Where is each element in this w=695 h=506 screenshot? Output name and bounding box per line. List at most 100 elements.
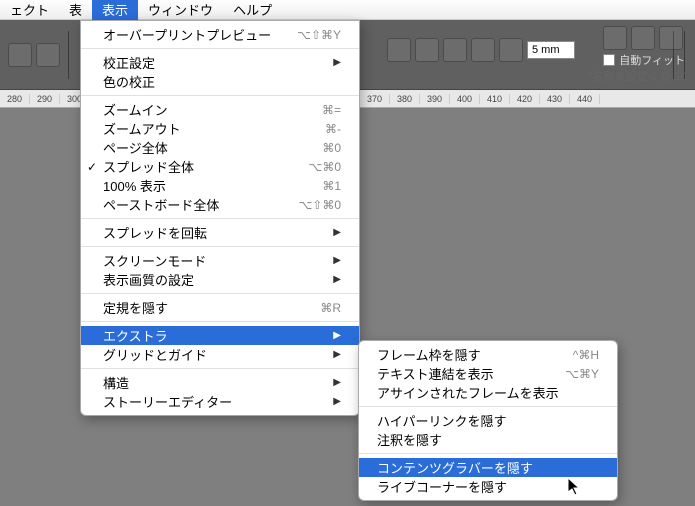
stroke-icon[interactable] — [499, 38, 523, 62]
menu-shortcut: ⌘- — [325, 122, 341, 136]
menu-item[interactable]: 注釈を隠す — [359, 430, 617, 449]
menu-item-label: コンテンツグラバーを隠す — [377, 458, 599, 477]
percent-icon[interactable] — [387, 38, 411, 62]
ruler-tick: 370 — [360, 94, 390, 104]
menubar: ェクト表表示ウィンドウヘルプ — [0, 0, 695, 20]
ruler-tick: 430 — [540, 94, 570, 104]
menu-item[interactable]: スプレッドを回転▶ — [81, 223, 359, 242]
menu-item-label: エクストラ — [103, 326, 333, 345]
menu-separator — [81, 293, 359, 294]
menu-item-label: スプレッド全体 — [103, 157, 308, 176]
ruler-tick: 400 — [450, 94, 480, 104]
divider — [68, 31, 69, 79]
menu-item[interactable]: テキスト連結を表示⌥⌘Y — [359, 364, 617, 383]
fit-icon[interactable] — [631, 26, 655, 50]
menu-item[interactable]: ズームイン⌘= — [81, 100, 359, 119]
chevron-right-icon: ▶ — [333, 396, 341, 407]
menubar-item[interactable]: 表 — [59, 0, 92, 21]
menu-shortcut: ⌘= — [322, 103, 341, 117]
menu-item[interactable]: ライブコーナーを隠す — [359, 477, 617, 496]
menu-item-label: 校正設定 — [103, 53, 333, 72]
ruler-tick: 440 — [570, 94, 600, 104]
chevron-right-icon: ▶ — [333, 255, 341, 266]
menu-separator — [81, 48, 359, 49]
menu-item-label: オーバープリントプレビュー — [103, 25, 297, 44]
menu-item[interactable]: グリッドとガイド▶ — [81, 345, 359, 364]
tool-icon[interactable] — [36, 43, 60, 67]
menu-item-label: グリッドとガイド — [103, 345, 333, 364]
menu-shortcut: ⌘R — [320, 301, 341, 315]
menu-separator — [81, 95, 359, 96]
fit-icon[interactable] — [659, 26, 683, 50]
menubar-item[interactable]: ェクト — [0, 0, 59, 21]
menu-item-label: ストーリーエディター — [103, 392, 333, 411]
ruler-tick: 280 — [0, 94, 30, 104]
ruler-tick: 410 — [480, 94, 510, 104]
menu-item[interactable]: ペーストボード全体⌥⇧⌘0 — [81, 195, 359, 214]
menubar-item[interactable]: ウィンドウ — [138, 0, 223, 21]
chevron-right-icon: ▶ — [333, 349, 341, 360]
menu-item-label: 100% 表示 — [103, 176, 322, 195]
extras-submenu: フレーム枠を隠す^⌘Hテキスト連結を表示⌥⌘Yアサインされたフレームを表示ハイパ… — [358, 340, 618, 501]
menu-item[interactable]: スクリーンモード▶ — [81, 251, 359, 270]
menu-item[interactable]: ✓スプレッド全体⌥⌘0 — [81, 157, 359, 176]
document-title: *名称未設定-2 @ 10 — [588, 68, 687, 84]
menu-item-label: アサインされたフレームを表示 — [377, 383, 599, 402]
menu-item-label: 色の校正 — [103, 72, 341, 91]
fit-icon[interactable] — [603, 26, 627, 50]
menu-item-label: 注釈を隠す — [377, 430, 599, 449]
menu-item[interactable]: ストーリーエディター▶ — [81, 392, 359, 411]
ruler-tick: 420 — [510, 94, 540, 104]
menu-separator — [81, 218, 359, 219]
menu-shortcut: ⌘0 — [322, 141, 341, 155]
menu-item[interactable]: フレーム枠を隠す^⌘H — [359, 345, 617, 364]
ruler-tick: 290 — [30, 94, 60, 104]
menubar-item[interactable]: 表示 — [92, 0, 138, 21]
menu-item-label: スプレッドを回転 — [103, 223, 333, 242]
align-icon[interactable] — [443, 38, 467, 62]
check-icon: ✓ — [87, 160, 97, 174]
tool-icon[interactable] — [8, 43, 32, 67]
menu-item-label: 定規を隠す — [103, 298, 320, 317]
ruler-tick: 380 — [390, 94, 420, 104]
menu-item[interactable]: 表示画質の設定▶ — [81, 270, 359, 289]
menu-item-label: スクリーンモード — [103, 251, 333, 270]
menu-item[interactable]: 100% 表示⌘1 — [81, 176, 359, 195]
menu-item-label: ペーストボード全体 — [103, 195, 298, 214]
menu-shortcut: ⌘1 — [322, 179, 341, 193]
fx-icon[interactable] — [415, 38, 439, 62]
view-menu-dropdown: オーバープリントプレビュー⌥⇧⌘Y校正設定▶色の校正ズームイン⌘=ズームアウト⌘… — [80, 20, 360, 416]
chevron-right-icon: ▶ — [333, 377, 341, 388]
menu-item[interactable]: ページ全体⌘0 — [81, 138, 359, 157]
menubar-item[interactable]: ヘルプ — [223, 0, 282, 21]
menu-shortcut: ^⌘H — [573, 348, 599, 362]
menu-item[interactable]: 定規を隠す⌘R — [81, 298, 359, 317]
auto-fit-checkbox[interactable]: 自動フィット — [603, 52, 685, 68]
menu-separator — [81, 246, 359, 247]
menu-item-label: ライブコーナーを隠す — [377, 477, 599, 496]
stroke-width-input[interactable]: 5 mm — [527, 41, 575, 59]
menu-item[interactable]: コンテンツグラバーを隠す — [359, 458, 617, 477]
chevron-right-icon: ▶ — [333, 57, 341, 68]
menu-item-label: 表示画質の設定 — [103, 270, 333, 289]
wrap-icon[interactable] — [471, 38, 495, 62]
menu-item[interactable]: アサインされたフレームを表示 — [359, 383, 617, 402]
chevron-right-icon: ▶ — [333, 330, 341, 341]
ruler-tick: 390 — [420, 94, 450, 104]
menu-item[interactable]: 校正設定▶ — [81, 53, 359, 72]
menu-item-label: ズームアウト — [103, 119, 325, 138]
menu-item[interactable]: ハイパーリンクを隠す — [359, 411, 617, 430]
menu-item[interactable]: エクストラ▶ — [81, 326, 359, 345]
menu-item-label: フレーム枠を隠す — [377, 345, 573, 364]
chevron-right-icon: ▶ — [333, 274, 341, 285]
menu-item[interactable]: ズームアウト⌘- — [81, 119, 359, 138]
menu-item-label: ハイパーリンクを隠す — [377, 411, 599, 430]
menu-item[interactable]: 構造▶ — [81, 373, 359, 392]
menu-item-label: ズームイン — [103, 100, 322, 119]
auto-fit-label: 自動フィット — [619, 52, 685, 68]
menu-item[interactable]: オーバープリントプレビュー⌥⇧⌘Y — [81, 25, 359, 44]
menu-item[interactable]: 色の校正 — [81, 72, 359, 91]
menu-item-label: テキスト連結を表示 — [377, 364, 565, 383]
menu-separator — [359, 453, 617, 454]
menu-item-label: ページ全体 — [103, 138, 322, 157]
